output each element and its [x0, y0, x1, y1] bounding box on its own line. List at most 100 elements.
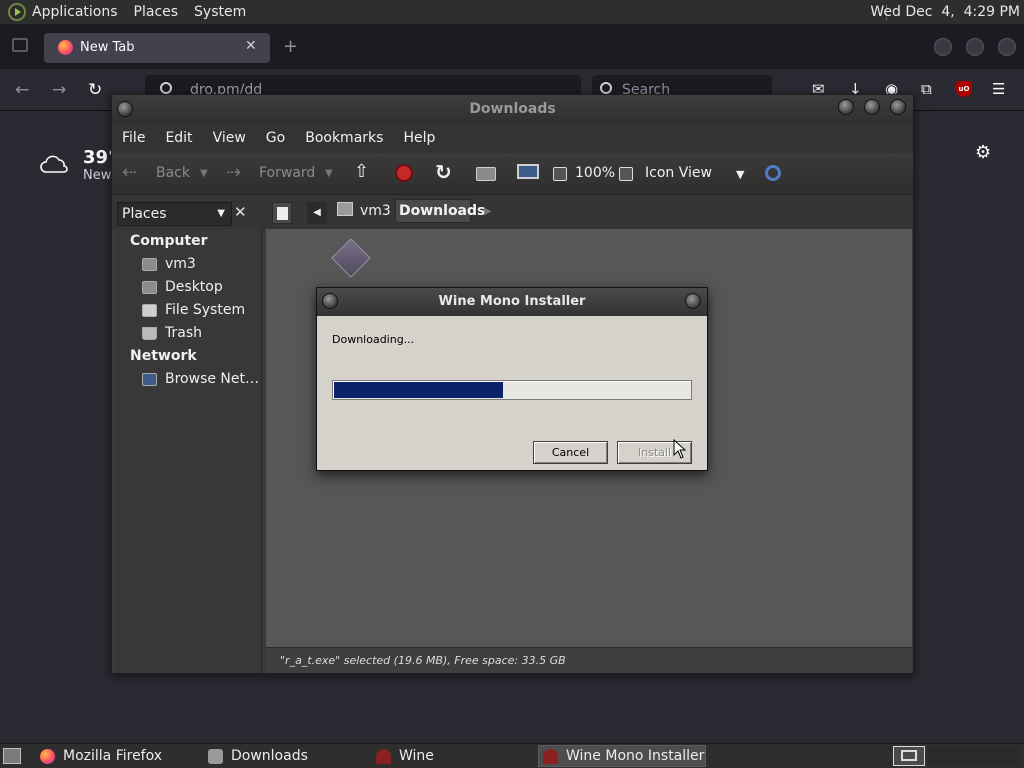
- window-menu-icon[interactable]: [322, 293, 338, 309]
- exe-file-icon[interactable]: [331, 238, 371, 278]
- back-button[interactable]: Back: [156, 165, 190, 181]
- extensions-icon[interactable]: ⧉: [921, 80, 932, 98]
- system-menu[interactable]: System: [194, 4, 246, 20]
- sidebar-item-label: File System: [165, 302, 246, 318]
- window-titlebar[interactable]: Downloads: [112, 95, 913, 123]
- clock[interactable]: Wed Dec 4, 4:29 PM: [870, 4, 1020, 20]
- cancel-button[interactable]: Cancel: [533, 441, 608, 464]
- menu-go[interactable]: Go: [266, 130, 285, 146]
- computer-icon[interactable]: [517, 164, 539, 179]
- dialog-title: Wine Mono Installer: [438, 294, 586, 309]
- top-panel: Applications Places System Wed Dec 4, 4:…: [0, 0, 1024, 25]
- back-history-icon[interactable]: ▼: [200, 168, 208, 179]
- breadcrumb-downloads[interactable]: Downloads: [399, 203, 485, 219]
- trash-icon: [142, 326, 157, 340]
- search-icon: [160, 82, 172, 94]
- task-wine[interactable]: Wine: [372, 745, 434, 767]
- close-icon[interactable]: [890, 99, 906, 115]
- places-combo[interactable]: Places ▼: [117, 202, 232, 226]
- zoom-in-icon[interactable]: [619, 167, 633, 181]
- sidebar-item-browse-network[interactable]: Browse Net…: [142, 371, 259, 387]
- wine-glass-icon: [376, 748, 391, 764]
- crumb-right-arrow-icon[interactable]: ▶: [484, 206, 492, 217]
- task-downloads[interactable]: Downloads: [204, 745, 308, 767]
- firefox-view-icon[interactable]: [12, 38, 28, 52]
- sidebar-item-desktop[interactable]: Desktop: [142, 279, 223, 295]
- forward-icon[interactable]: →: [52, 80, 66, 100]
- forward-button[interactable]: Forward: [259, 165, 315, 181]
- sidebar-item-file-system[interactable]: File System: [142, 302, 245, 318]
- chevron-down-icon[interactable]: ▼: [736, 168, 744, 181]
- task-wine-mono-installer[interactable]: Wine Mono Installer: [538, 745, 706, 767]
- forward-history-icon[interactable]: ▼: [325, 168, 333, 179]
- sidebar-heading-network: Network: [130, 348, 197, 364]
- ublock-icon[interactable]: uO: [956, 81, 972, 97]
- up-icon[interactable]: ⇧: [354, 161, 369, 182]
- search-icon: [600, 82, 612, 94]
- minimize-icon[interactable]: [934, 38, 952, 56]
- chevron-down-icon: ▼: [217, 208, 225, 219]
- drive-icon: [142, 303, 157, 317]
- cloud-icon: [40, 155, 68, 173]
- menubar: File Edit View Go Bookmarks Help: [112, 123, 913, 153]
- sidebar-heading-computer: Computer: [130, 233, 208, 249]
- hamburger-menu-icon[interactable]: ☰: [992, 80, 1005, 98]
- window-title: Downloads: [469, 101, 556, 117]
- maximize-icon[interactable]: [864, 99, 880, 115]
- task-firefox[interactable]: Mozilla Firefox: [36, 745, 162, 767]
- places-menu[interactable]: Places: [134, 4, 179, 20]
- close-icon[interactable]: [685, 293, 701, 309]
- menu-help[interactable]: Help: [403, 130, 435, 146]
- menu-edit[interactable]: Edit: [165, 130, 192, 146]
- window-menu-icon[interactable]: [117, 101, 133, 117]
- distro-logo-icon[interactable]: [8, 3, 26, 21]
- applications-menu[interactable]: Applications: [32, 4, 118, 20]
- panel-menu: Applications Places System: [0, 3, 262, 21]
- firefox-tab[interactable]: [44, 33, 270, 63]
- stop-icon[interactable]: [395, 164, 413, 182]
- places-combo-label: Places: [122, 206, 167, 222]
- progress-fill: [334, 382, 503, 398]
- progress-bar: [332, 380, 692, 400]
- firefox-icon: [58, 40, 73, 55]
- wine-mono-dialog: Wine Mono Installer Downloading... Cance…: [316, 287, 708, 471]
- dialog-titlebar[interactable]: Wine Mono Installer: [317, 288, 707, 316]
- menu-bookmarks[interactable]: Bookmarks: [305, 130, 383, 146]
- gear-icon[interactable]: ⚙: [975, 142, 991, 163]
- home-icon[interactable]: [476, 167, 496, 181]
- task-label: Wine Mono Installer: [566, 748, 705, 764]
- show-desktop-icon[interactable]: [3, 748, 21, 764]
- sidebar-item-vm3[interactable]: vm3: [142, 256, 196, 272]
- back-arrow-icon[interactable]: ⇠: [122, 162, 137, 183]
- reload-icon[interactable]: ↻: [88, 80, 102, 100]
- tab-close-icon[interactable]: ✕: [245, 38, 257, 54]
- task-label: Wine: [399, 748, 434, 764]
- maximize-icon[interactable]: [966, 38, 984, 56]
- view-mode-select[interactable]: Icon View: [645, 165, 712, 181]
- sidebar: Computer vm3 Desktop File System Trash N…: [116, 229, 262, 673]
- reload-icon[interactable]: ↻: [435, 160, 452, 184]
- menu-view[interactable]: View: [213, 130, 246, 146]
- search-icon[interactable]: [765, 165, 781, 181]
- forward-arrow-icon[interactable]: ⇢: [226, 162, 241, 183]
- zoom-out-icon[interactable]: [553, 167, 567, 181]
- minimize-icon[interactable]: [838, 99, 854, 115]
- crumb-left-arrow-icon[interactable]: ◀: [307, 202, 327, 224]
- close-icon[interactable]: [998, 38, 1016, 56]
- location-bar: Places ▼ ✕ ◀: [112, 195, 913, 231]
- task-label: Downloads: [231, 748, 308, 764]
- edit-location-icon[interactable]: [272, 202, 292, 224]
- sidebar-item-trash[interactable]: Trash: [142, 325, 202, 341]
- tab-title: New Tab: [80, 40, 135, 55]
- close-sidebar-icon[interactable]: ✕: [234, 203, 247, 221]
- desktop-icon: [142, 280, 157, 294]
- zoom-level[interactable]: 100%: [575, 165, 615, 181]
- new-tab-icon[interactable]: +: [283, 36, 298, 57]
- task-label: Mozilla Firefox: [63, 748, 163, 764]
- back-icon[interactable]: ←: [15, 80, 29, 100]
- workspace-switcher-icon[interactable]: [893, 746, 925, 766]
- menu-file[interactable]: File: [122, 130, 145, 146]
- breadcrumb-vm3[interactable]: vm3: [360, 203, 391, 219]
- sidebar-item-label: Desktop: [165, 279, 223, 295]
- workspace-area[interactable]: [929, 746, 1019, 766]
